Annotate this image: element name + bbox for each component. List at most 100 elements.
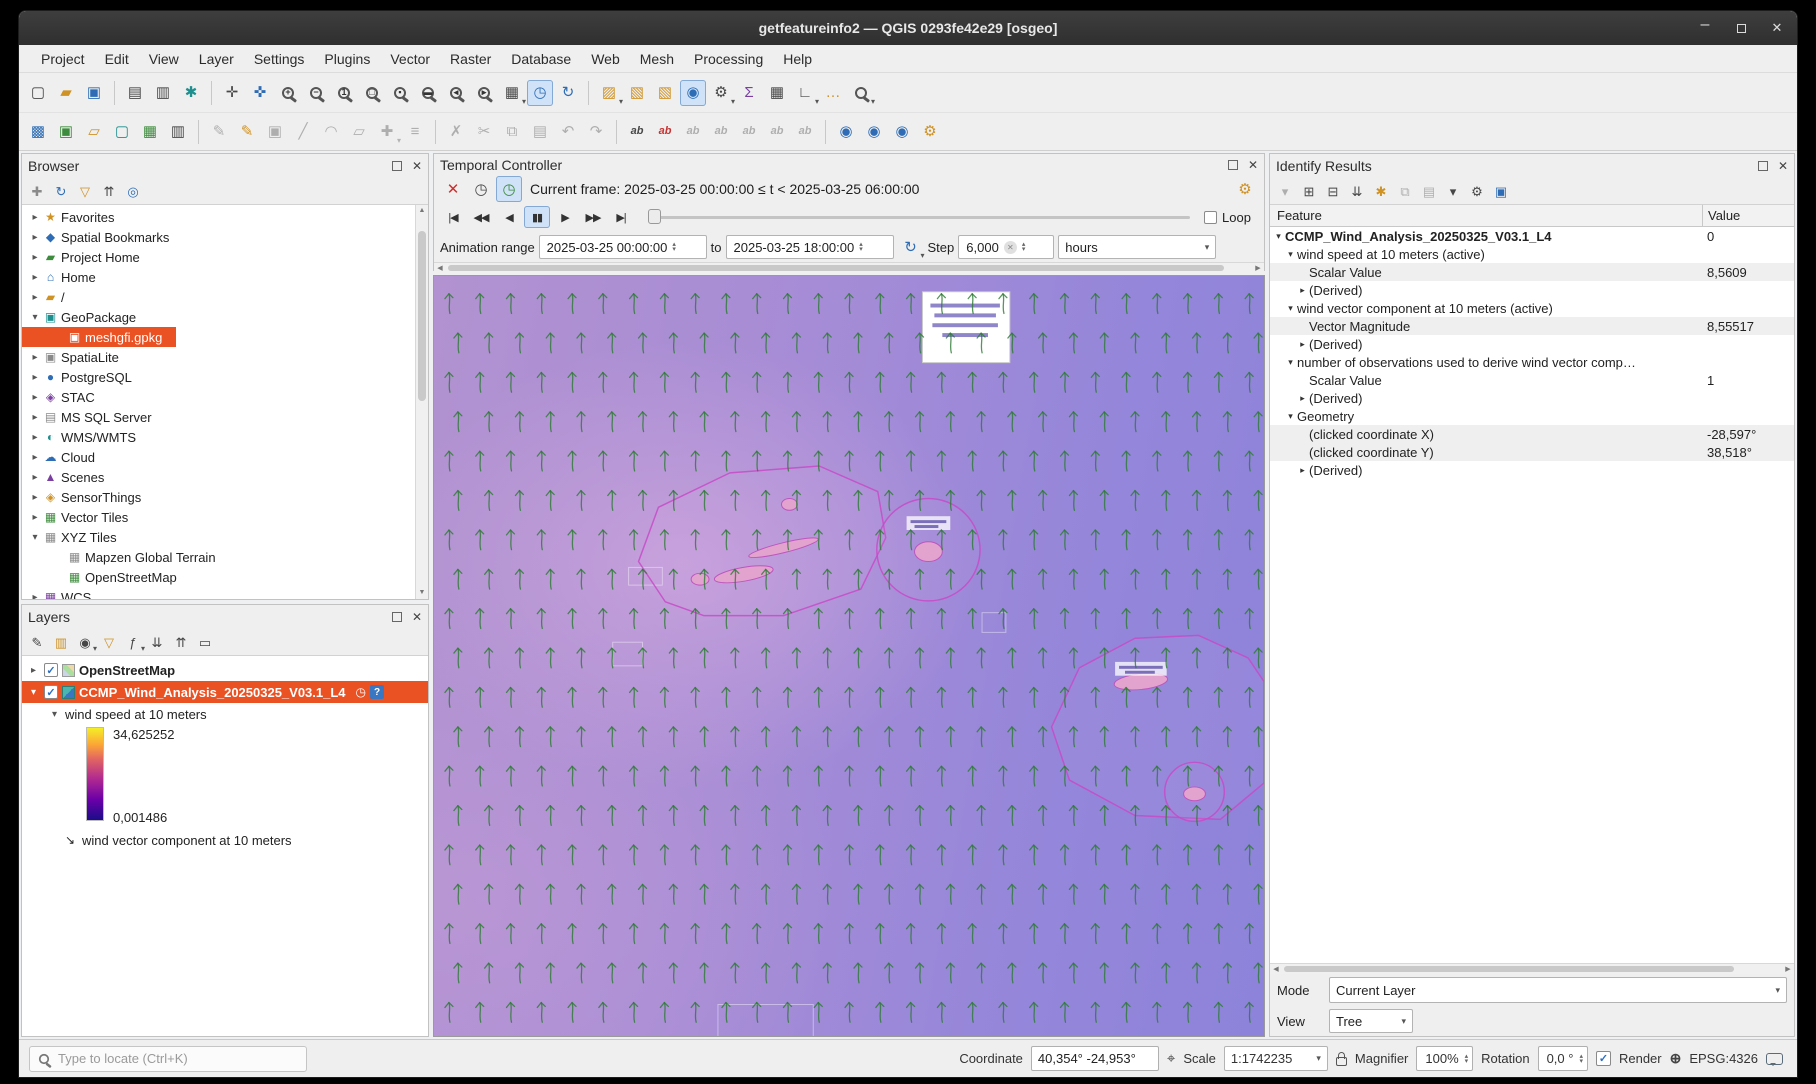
close-panel-icon[interactable] (1778, 159, 1788, 173)
feature-column-header[interactable]: Feature (1270, 208, 1702, 223)
menu-item[interactable]: Edit (95, 47, 139, 71)
menu-item[interactable]: Project (31, 47, 95, 71)
layer-row-ccmp-mesh[interactable]: CCMP_Wind_Analysis_20250325_V03.1_L4 (22, 681, 428, 703)
identify-row[interactable]: (clicked coordinate X) -28,597° (1270, 425, 1794, 443)
rotation-spin[interactable]: 0,0 ° (1538, 1046, 1588, 1071)
select-by-value-icon[interactable]: ▧ (624, 80, 650, 106)
modify-attributes-icon[interactable]: ≡ (402, 119, 428, 145)
browser-item[interactable]: ▸ ▲ Scenes (22, 467, 428, 487)
play-forward-button[interactable]: ▶ (552, 206, 578, 228)
identify-row[interactable]: (clicked coordinate Y) 38,518° (1270, 443, 1794, 461)
zoom-in-icon[interactable]: + (275, 80, 301, 106)
add-shape-icon[interactable]: ▱ (346, 119, 372, 145)
expand-tree-icon[interactable]: ⊞ (1298, 180, 1320, 202)
metasearch-icon[interactable]: ◉ (833, 119, 859, 145)
toggle-editing-icon[interactable]: ✎ (234, 119, 260, 145)
redo-icon[interactable]: ↷ (583, 119, 609, 145)
deselect-all-icon[interactable]: ▧ (652, 80, 678, 106)
browser-item[interactable]: ▦ Mapzen Global Terrain (22, 547, 428, 567)
expand-arrow-icon[interactable]: ▸ (28, 272, 42, 283)
copy-features-icon[interactable]: ⧉ (499, 119, 525, 145)
spinner-arrows-icon[interactable] (1465, 1054, 1469, 1064)
identify-row[interactable]: ▸ (Derived) (1270, 389, 1794, 407)
browser-item[interactable]: ▸ ▣ SpatiaLite (22, 347, 428, 367)
move-label-icon[interactable]: ab (736, 119, 762, 145)
manage-map-themes-icon[interactable]: ◉ ▾ (74, 631, 96, 653)
scrollbar-thumb[interactable] (418, 231, 426, 401)
browser-item[interactable]: ▸ ⌂ Home (22, 267, 428, 287)
browser-item[interactable]: ▸ ◈ STAC (22, 387, 428, 407)
expand-arrow-icon[interactable]: ▸ (28, 292, 42, 303)
remove-layer-icon[interactable]: ▭ (194, 631, 216, 653)
legend-row-wind-speed[interactable]: wind speed at 10 meters (22, 703, 428, 725)
refresh-browser-icon[interactable]: ↻ (50, 180, 72, 202)
browser-item[interactable]: ▸ ◐ WMS/WMTS (22, 427, 428, 447)
scroll-right-icon[interactable]: ▶ (1252, 263, 1264, 273)
identify-row[interactable]: ▾ wind speed at 10 meters (active) (1270, 245, 1794, 263)
messages-icon[interactable] (1766, 1053, 1783, 1065)
identify-tool-dropdown-icon[interactable]: ▾ (1442, 180, 1464, 202)
expand-new-results-icon[interactable]: ⇊ (1346, 180, 1368, 202)
expand-arrow-icon[interactable] (27, 687, 40, 698)
expand-arrow-icon[interactable]: ▸ (28, 392, 42, 403)
layout-manager-icon[interactable]: ▥ (150, 80, 176, 106)
browser-item[interactable]: ▸ ☁ Cloud (22, 447, 428, 467)
zoom-to-selection-icon[interactable]: ▪ (387, 80, 413, 106)
identify-row[interactable]: ▾ Geometry (1270, 407, 1794, 425)
float-panel-icon[interactable] (392, 161, 402, 171)
select-features-icon[interactable]: ▨ ▾ (596, 80, 622, 106)
crs-globe-icon[interactable] (1670, 1050, 1682, 1067)
view-combo[interactable]: Tree (1329, 1009, 1413, 1033)
attribute-table-icon[interactable]: ▦ (764, 80, 790, 106)
pin-labels-icon[interactable]: ab (680, 119, 706, 145)
cut-features-icon[interactable]: ✂ (471, 119, 497, 145)
expand-arrow-icon[interactable]: ▸ (1296, 465, 1309, 476)
undo-icon[interactable]: ↶ (555, 119, 581, 145)
map-tips-icon[interactable]: … (820, 80, 846, 106)
menu-item[interactable]: Database (501, 47, 581, 71)
menu-item[interactable]: Vector (380, 47, 440, 71)
expand-arrow-icon[interactable]: ▸ (28, 212, 42, 223)
open-project-icon[interactable]: ▰ (53, 80, 79, 106)
collapse-all-icon[interactable]: ⇈ (98, 180, 120, 202)
legend-row-wind-vector[interactable]: wind vector component at 10 meters (22, 829, 428, 851)
skip-to-end-button[interactable]: ▶| (608, 206, 634, 228)
layer-row-openstreetmap[interactable]: OpenStreetMap (22, 659, 428, 681)
temporal-scrollbar[interactable]: ◀ ▶ (434, 262, 1264, 273)
print-response-icon[interactable]: ▤ (1418, 180, 1440, 202)
clear-icon[interactable] (1004, 241, 1017, 254)
save-project-icon[interactable]: ▣ (81, 80, 107, 106)
expand-arrow-icon[interactable]: ▸ (28, 432, 42, 443)
pan-to-selection-icon[interactable]: ✜ (247, 80, 273, 106)
zoom-full-icon[interactable]: □ (359, 80, 385, 106)
menu-item[interactable]: Help (773, 47, 822, 71)
expand-arrow-icon[interactable]: ▾ (1272, 231, 1285, 242)
expand-arrow-icon[interactable]: ▸ (1296, 285, 1309, 296)
menu-item[interactable]: Plugins (314, 47, 380, 71)
identify-scrollbar[interactable]: ◀ ▶ (1270, 963, 1794, 974)
locate-box[interactable] (29, 1046, 307, 1072)
time-slider[interactable] (648, 207, 1190, 227)
close-panel-icon[interactable] (412, 159, 422, 173)
identify-row[interactable]: ▸ (Derived) (1270, 335, 1794, 353)
refresh-range-icon[interactable]: ↻▾ (898, 234, 924, 260)
geocoder-icon[interactable]: ◉ (861, 119, 887, 145)
add-group-icon[interactable]: ▥ (50, 631, 72, 653)
pause-button[interactable]: ▮▮ (524, 206, 550, 228)
identify-row[interactable]: Vector Magnitude 8,55517 (1270, 317, 1794, 335)
paste-features-icon[interactable]: ▤ (527, 119, 553, 145)
temporal-navigation-off-icon[interactable]: ✕ (440, 176, 466, 202)
measure-icon[interactable]: ∟ ▾ (792, 80, 818, 106)
step-input[interactable]: 6,000 (958, 235, 1054, 259)
layer-notes-icon[interactable] (370, 685, 384, 699)
browser-item[interactable]: ▸ ★ Favorites (22, 207, 428, 227)
identify-row[interactable]: ▸ (Derived) (1270, 281, 1794, 299)
fixed-range-icon[interactable]: ◷ (468, 176, 494, 202)
lock-icon[interactable] (1336, 1057, 1347, 1066)
menu-item[interactable]: View (139, 47, 189, 71)
new-map-view-icon[interactable]: ▦ ▾ (499, 80, 525, 106)
scroll-left-icon[interactable]: ◀ (1270, 964, 1282, 974)
maximize-button[interactable] (1731, 18, 1751, 38)
render-checkbox[interactable] (1596, 1051, 1611, 1066)
data-source-manager-icon[interactable]: ▩ (25, 119, 51, 145)
